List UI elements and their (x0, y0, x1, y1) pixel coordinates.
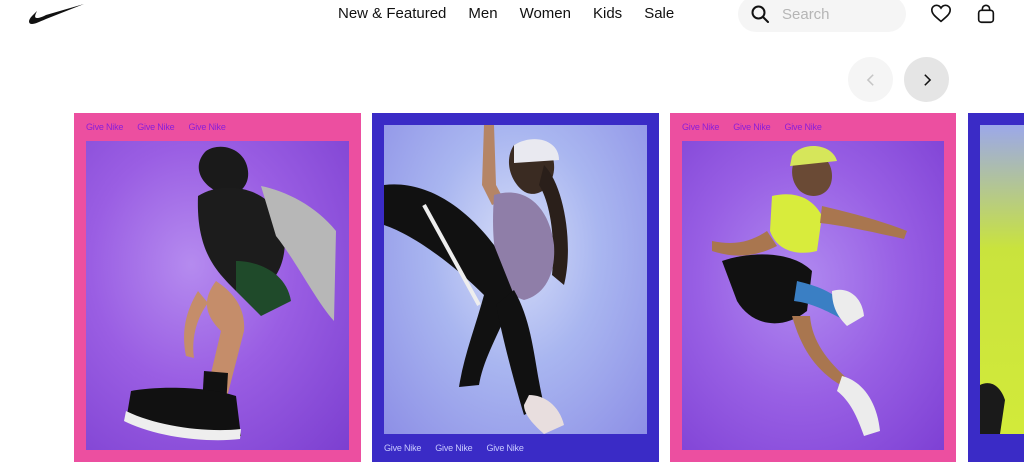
search-input[interactable] (782, 5, 892, 23)
athlete-image (124, 146, 336, 441)
band-label: Give Nike (86, 122, 124, 132)
band-label: Give Nike (733, 122, 771, 132)
athlete-image (712, 145, 907, 436)
band-label: Give Nike (137, 122, 175, 132)
card-band: Give Nike Give Nike Give Nike (682, 119, 944, 135)
search-box[interactable] (738, 0, 906, 32)
chevron-right-icon (923, 73, 931, 86)
site-header: New & Featured Men Women Kids Sale (0, 0, 1024, 32)
card-photo (980, 125, 1024, 434)
athlete-image (980, 383, 1005, 434)
card-photo (682, 141, 944, 450)
band-label: Give Nike (435, 443, 473, 453)
main-nav: New & Featured Men Women Kids Sale (338, 5, 685, 23)
athlete-image (384, 125, 568, 434)
bag-icon[interactable] (974, 2, 998, 26)
card-band: Give Nike Give Nike Give Nike (86, 119, 349, 135)
band-label: Give Nike (486, 443, 524, 453)
carousel-card[interactable] (968, 113, 1024, 462)
carousel-next-button[interactable] (904, 57, 949, 102)
nav-women[interactable]: Women (509, 5, 582, 23)
card-photo (384, 125, 647, 434)
nav-new-featured[interactable]: New & Featured (338, 5, 457, 23)
band-label: Give Nike (682, 122, 720, 132)
carousel-prev-button[interactable] (848, 57, 893, 102)
carousel-card[interactable]: Give Nike Give Nike Give Nike (74, 113, 361, 462)
band-label: Give Nike (784, 122, 822, 132)
heart-icon[interactable] (929, 2, 953, 26)
band-label: Give Nike (188, 122, 226, 132)
carousel-card[interactable]: Give Nike Give Nike Give Nike (372, 113, 659, 462)
nav-sale[interactable]: Sale (633, 5, 685, 23)
search-icon[interactable] (750, 4, 770, 24)
nav-men[interactable]: Men (457, 5, 508, 23)
card-photo (86, 141, 349, 450)
nav-kids[interactable]: Kids (582, 5, 633, 23)
chevron-left-icon (866, 73, 874, 86)
nike-logo-icon[interactable] (28, 4, 86, 26)
carousel-card[interactable]: Give Nike Give Nike Give Nike (670, 113, 956, 462)
band-label: Give Nike (384, 443, 422, 453)
card-band: Give Nike Give Nike Give Nike (384, 440, 647, 456)
